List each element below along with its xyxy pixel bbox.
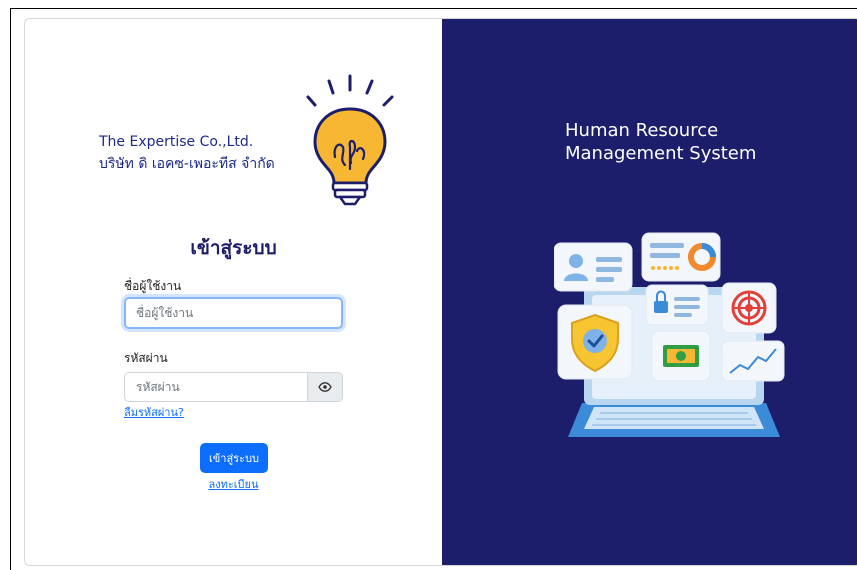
target-icon xyxy=(731,290,767,326)
login-card: The Expertise Co.,Ltd. บริษัท ดิ เอคซ-เพ… xyxy=(24,18,857,566)
login-title: เข้าสู่ระบบ xyxy=(190,237,277,259)
lock-icon xyxy=(654,301,668,313)
toggle-password-button[interactable] xyxy=(308,372,343,402)
password-label: รหัสผ่าน xyxy=(124,351,168,365)
company-name-th: บริษัท ดิ เอคซ-เพอะทีส จำกัด xyxy=(99,156,275,172)
user-card xyxy=(554,242,633,292)
lightbulb-icon xyxy=(306,74,394,206)
system-title-line1: Human Resource xyxy=(565,120,719,141)
company-name: The Expertise Co.,Ltd. บริษัท ดิ เอคซ-เพ… xyxy=(99,131,275,175)
growth-card xyxy=(721,340,785,382)
company-name-en: The Expertise Co.,Ltd. xyxy=(99,134,254,150)
eye-icon xyxy=(318,382,332,392)
register-link[interactable]: ลงทะเบียน xyxy=(25,475,442,493)
login-panel: The Expertise Co.,Ltd. บริษัท ดิ เอคซ-เพ… xyxy=(25,19,442,565)
password-group xyxy=(124,372,343,402)
login-button[interactable]: เข้าสู่ระบบ xyxy=(200,443,268,473)
user-icon xyxy=(569,254,583,268)
hr-laptop-illustration xyxy=(554,232,785,437)
system-title-line2: Management System xyxy=(565,143,757,164)
password-input[interactable] xyxy=(124,372,308,402)
forgot-password-link[interactable]: ลืมรหัสผ่าน? xyxy=(124,403,184,421)
money-icon xyxy=(663,345,699,367)
system-title: Human Resource Management System xyxy=(565,119,756,165)
laptop-keyboard xyxy=(584,407,764,429)
username-label: ชื่อผู้ใช้งาน xyxy=(124,279,182,293)
info-panel: Human Resource Management System xyxy=(442,19,857,565)
username-input[interactable] xyxy=(124,297,343,329)
